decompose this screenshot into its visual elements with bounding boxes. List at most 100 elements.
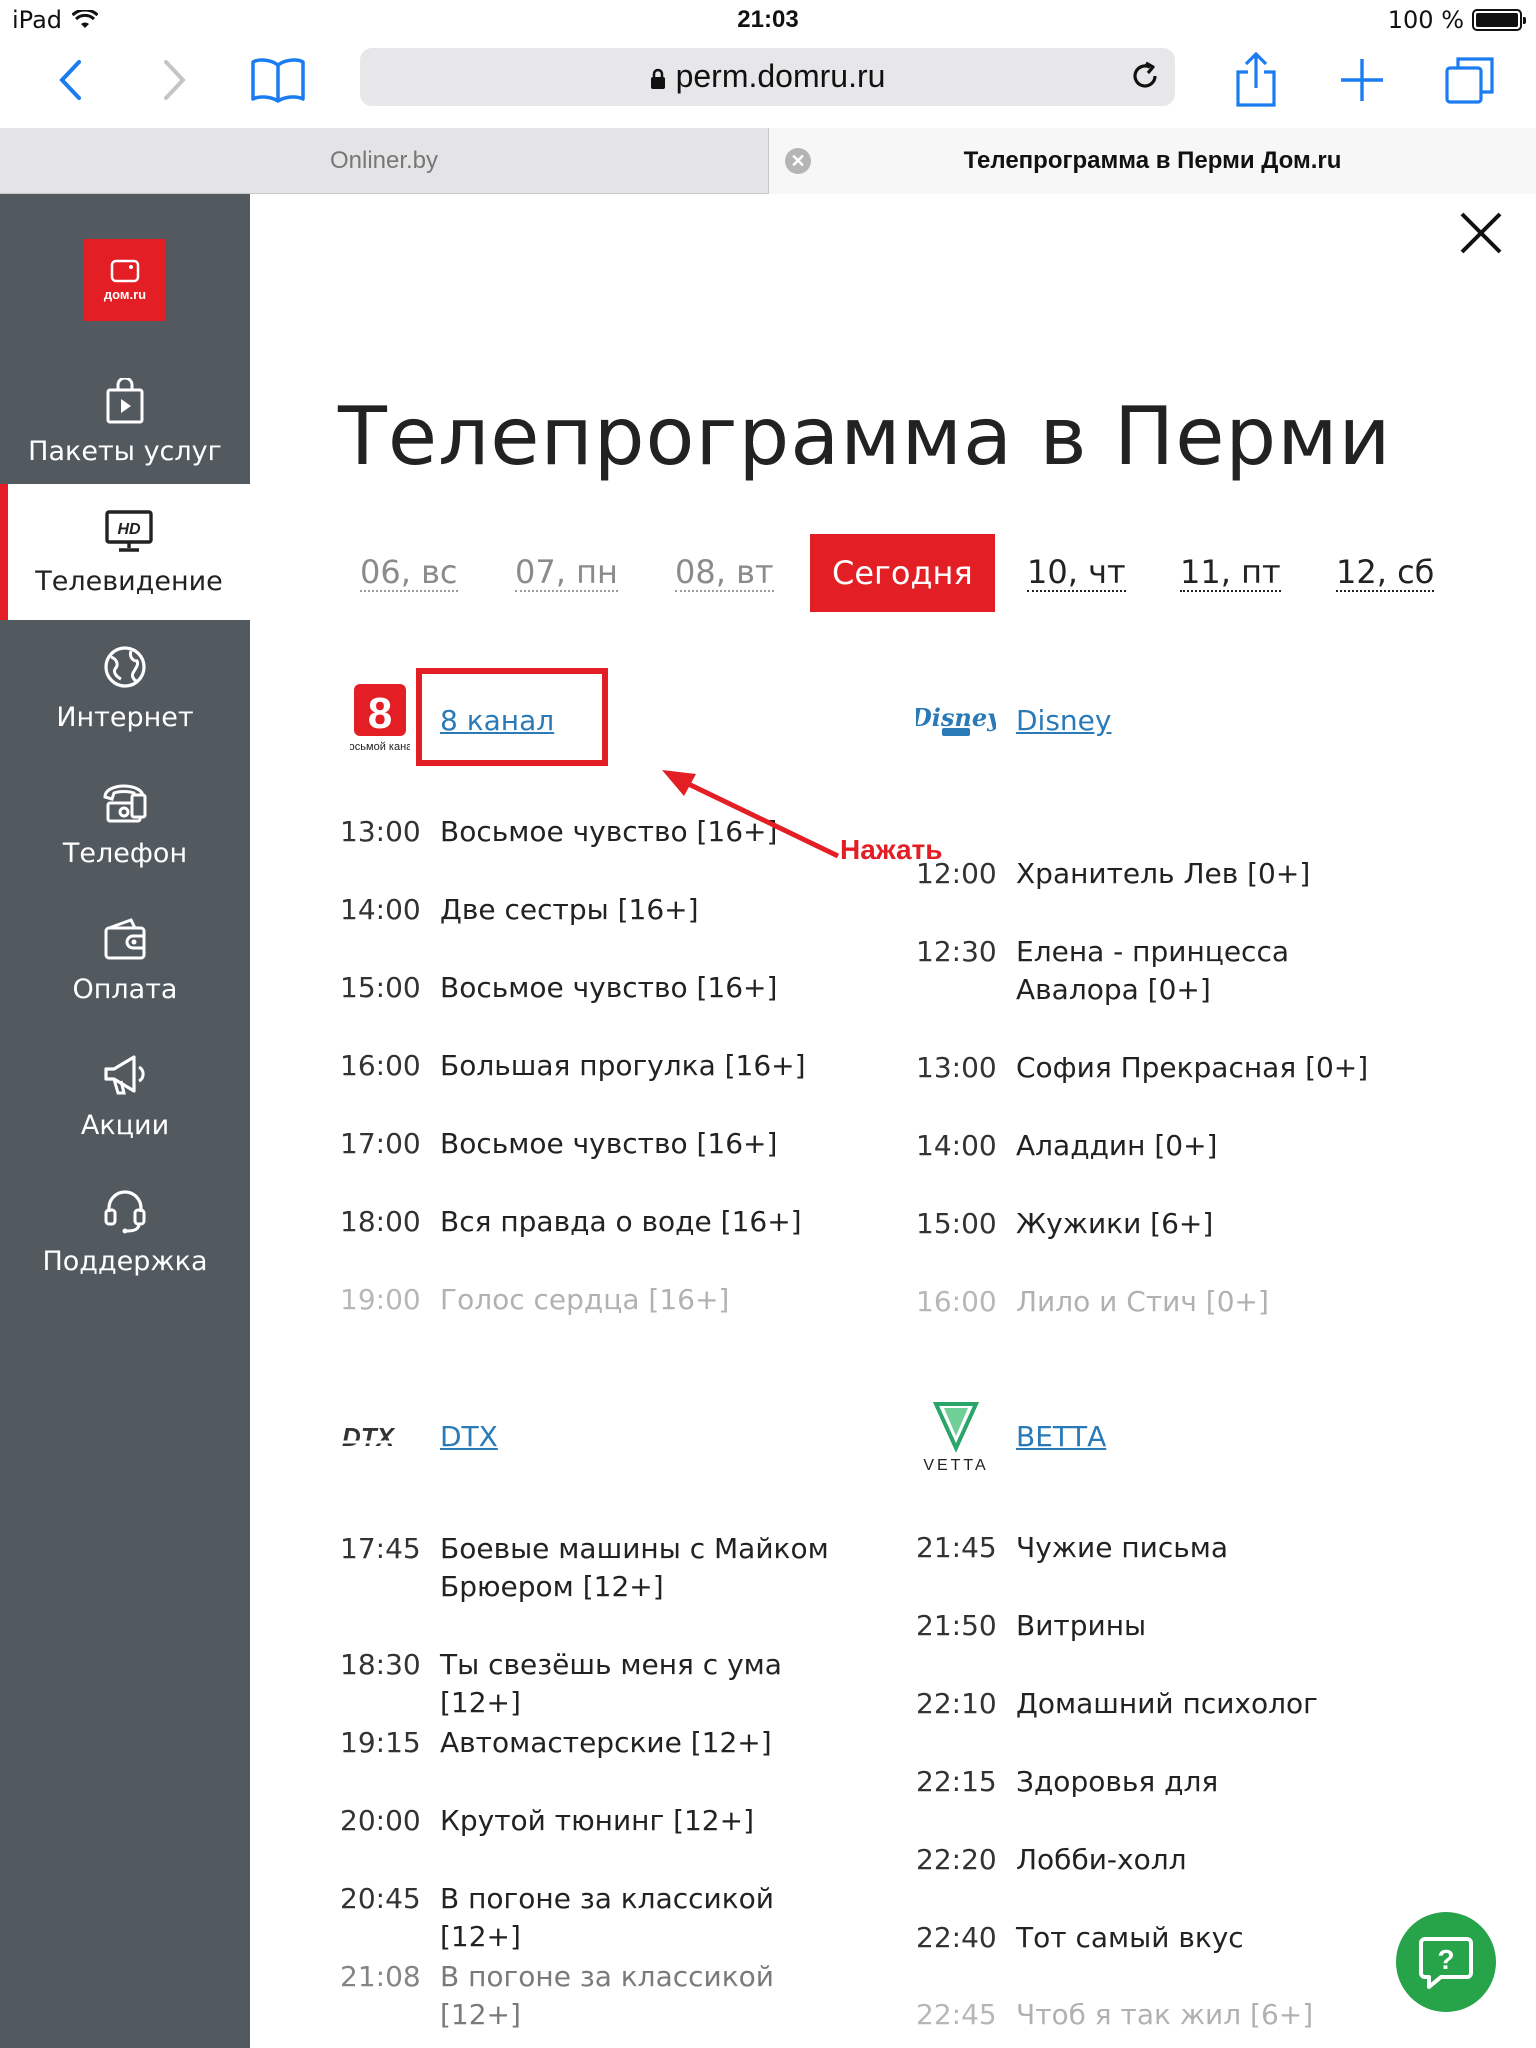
day-tab-11[interactable]: 11, пт bbox=[1180, 554, 1281, 592]
address-bar[interactable]: perm.domru.ru bbox=[360, 48, 1175, 106]
program-row[interactable]: 15:00 Жужики [6+] bbox=[916, 1205, 1416, 1243]
program-row[interactable]: 16:00 Лило и Стич [0+] bbox=[916, 1283, 1416, 1321]
sidebar-item-label: Телефон bbox=[62, 837, 188, 869]
program-row[interactable]: 14:00 Аладдин [0+] bbox=[916, 1127, 1416, 1165]
program-row[interactable]: 16:00 Большая прогулка [16+] bbox=[340, 1047, 840, 1085]
annotation-arrow-icon bbox=[662, 770, 840, 859]
program-row[interactable]: 19:15 Автомастерские [12+] bbox=[340, 1724, 840, 1762]
program-row[interactable]: 21:50 Витрины bbox=[916, 1607, 1416, 1645]
back-button[interactable] bbox=[40, 50, 100, 110]
bag-play-icon bbox=[105, 377, 145, 424]
program-row[interactable]: 13:00 София Прекрасная [0+] bbox=[916, 1049, 1416, 1087]
close-tab-icon[interactable]: ✕ bbox=[785, 148, 811, 174]
disney-logo: Disney bbox=[916, 680, 996, 760]
vetta-logo: VETTA bbox=[916, 1396, 996, 1476]
sidebar-item-phone[interactable]: Телефон bbox=[0, 756, 250, 892]
clock: 21:03 bbox=[737, 6, 799, 33]
program-row[interactable]: 12:30 Елена - принцесса Авалора [0+] bbox=[916, 933, 1416, 1009]
tab-label: Телепрограмма в Перми Дом.ru bbox=[963, 147, 1342, 174]
program-row[interactable]: 20:45 В погоне за классикой [12+] bbox=[340, 1880, 840, 1956]
program-row[interactable]: 21:45 Чужие письма bbox=[916, 1529, 1416, 1567]
day-tab-12[interactable]: 12, сб bbox=[1336, 554, 1435, 592]
bookmarks-button[interactable] bbox=[248, 50, 308, 110]
sidebar: дом.ru Пакеты услуг HD Телевидение Интер… bbox=[0, 194, 250, 2048]
channel-link-vetta[interactable]: ВЕТТА bbox=[1016, 1420, 1106, 1453]
sidebar-item-label: Пакеты услуг bbox=[28, 435, 222, 467]
sidebar-item-internet[interactable]: Интернет bbox=[0, 620, 250, 756]
tab-domru[interactable]: ✕ Телепрограмма в Перми Дом.ru bbox=[768, 128, 1536, 194]
status-bar: iPad 21:03 100 % bbox=[0, 0, 1536, 40]
logo-caption: Восьмой канал bbox=[350, 741, 410, 753]
page-title: Телепрограмма в Перми bbox=[338, 390, 1392, 483]
sidebar-item-support[interactable]: Поддержка bbox=[0, 1164, 250, 1300]
globe-icon bbox=[103, 644, 147, 690]
svg-text:8: 8 bbox=[368, 689, 392, 738]
program-row[interactable]: 22:20 Лобби-холл bbox=[916, 1841, 1416, 1879]
program-row[interactable]: 12:00 Хранитель Лев [0+] bbox=[916, 855, 1416, 893]
program-row[interactable]: 18:00 Вся правда о воде [16+] bbox=[340, 1203, 840, 1241]
sidebar-item-packages[interactable]: Пакеты услуг bbox=[0, 354, 250, 490]
tabs-icon bbox=[1445, 57, 1494, 104]
sidebar-item-label: Интернет bbox=[56, 701, 194, 733]
program-row[interactable]: 20:00 Крутой тюнинг [12+] bbox=[340, 1802, 840, 1840]
chevron-left-icon bbox=[59, 60, 81, 100]
day-selector: 06, вс 07, пн 08, вт Сегодня 10, чт 11, … bbox=[338, 534, 1438, 612]
share-button[interactable] bbox=[1226, 50, 1286, 110]
new-tab-button[interactable] bbox=[1332, 50, 1392, 110]
program-row[interactable]: 18:30 Ты свезёшь меня с ума [12+] bbox=[340, 1646, 840, 1722]
day-tab-06[interactable]: 06, вс bbox=[360, 554, 458, 592]
close-icon[interactable] bbox=[1456, 208, 1506, 258]
day-tab-today[interactable]: Сегодня bbox=[810, 534, 995, 612]
url-text: perm.domru.ru bbox=[675, 58, 886, 94]
channel-link-disney[interactable]: Disney bbox=[1016, 704, 1111, 737]
headset-icon bbox=[103, 1188, 147, 1234]
reload-icon[interactable] bbox=[1129, 60, 1161, 92]
tab-strip: Onliner.by ✕ Телепрограмма в Перми Дом.r… bbox=[0, 128, 1536, 194]
sidebar-item-label: Телевидение bbox=[35, 565, 223, 597]
tabs-button[interactable] bbox=[1440, 50, 1500, 110]
svg-text:DTX: DTX bbox=[342, 1422, 396, 1452]
tab-label: Onliner.by bbox=[329, 147, 439, 174]
program-row[interactable]: 17:00 Восьмое чувство [16+] bbox=[340, 1125, 840, 1163]
battery-icon bbox=[1472, 9, 1526, 31]
hd-tv-icon: HD bbox=[105, 508, 153, 554]
battery-percent: 100 % bbox=[1387, 6, 1464, 34]
phone-icon bbox=[102, 780, 148, 826]
program-row[interactable]: 15:00 Восьмое чувство [16+] bbox=[340, 969, 840, 1007]
day-tab-08[interactable]: 08, вт bbox=[675, 554, 774, 592]
sidebar-item-payment[interactable]: Оплата bbox=[0, 892, 250, 1028]
tab-onliner[interactable]: Onliner.by bbox=[0, 128, 768, 194]
book-icon bbox=[251, 58, 305, 103]
chevron-right-icon bbox=[164, 60, 186, 100]
program-row[interactable]: 14:00 Две сестры [16+] bbox=[340, 891, 840, 929]
8-kanal-logo: 8 Восьмой канал bbox=[340, 680, 420, 760]
day-tab-10[interactable]: 10, чт bbox=[1027, 554, 1126, 592]
program-row[interactable]: 17:45 Боевые машины с Майком Брюером [12+… bbox=[340, 1530, 840, 1606]
wallet-icon bbox=[103, 916, 147, 962]
svg-text:Disney: Disney bbox=[916, 703, 996, 732]
help-chat-button[interactable]: ? bbox=[1396, 1912, 1496, 2012]
program-row[interactable]: 22:40 Тот самый вкус bbox=[916, 1919, 1416, 1957]
domru-logo[interactable]: дом.ru bbox=[84, 239, 166, 321]
program-row[interactable]: 19:00 Голос сердца [16+] bbox=[340, 1281, 840, 1319]
program-row[interactable]: 22:15 Здоровья для bbox=[916, 1763, 1416, 1801]
chat-question-icon: ? bbox=[1419, 1937, 1473, 1989]
svg-text:HD: HD bbox=[117, 521, 141, 538]
program-row[interactable]: 22:45 Чтоб я так жил [6+] bbox=[916, 1996, 1416, 2034]
day-tab-07[interactable]: 07, пн bbox=[515, 554, 618, 592]
sidebar-item-label: Акции bbox=[80, 1109, 170, 1141]
channel-link-dtx[interactable]: DTX bbox=[440, 1420, 498, 1453]
svg-text:?: ? bbox=[1437, 1944, 1454, 1975]
channel-card-vetta: VETTA ВЕТТА 21:45 Чужие письма 21:50 Витри… bbox=[916, 1396, 1436, 2036]
sidebar-item-tv[interactable]: HD Телевидение bbox=[0, 484, 250, 620]
sidebar-item-promotions[interactable]: Акции bbox=[0, 1028, 250, 1164]
channel-card-dtx: DTX DTX 17:45 Боевые машины с Майком Брюе… bbox=[340, 1396, 860, 2032]
annotation-label: Нажать bbox=[840, 834, 943, 865]
forward-button[interactable] bbox=[145, 50, 205, 110]
logo-caption: VETTA bbox=[923, 1457, 988, 1474]
program-row[interactable]: 21:08 В погоне за классикой [12+] bbox=[340, 1958, 840, 2034]
program-row[interactable]: 22:10 Домашний психолог bbox=[916, 1685, 1416, 1723]
megaphone-icon bbox=[102, 1052, 148, 1098]
plus-icon bbox=[1341, 59, 1383, 101]
sidebar-item-label: Поддержка bbox=[42, 1245, 208, 1277]
